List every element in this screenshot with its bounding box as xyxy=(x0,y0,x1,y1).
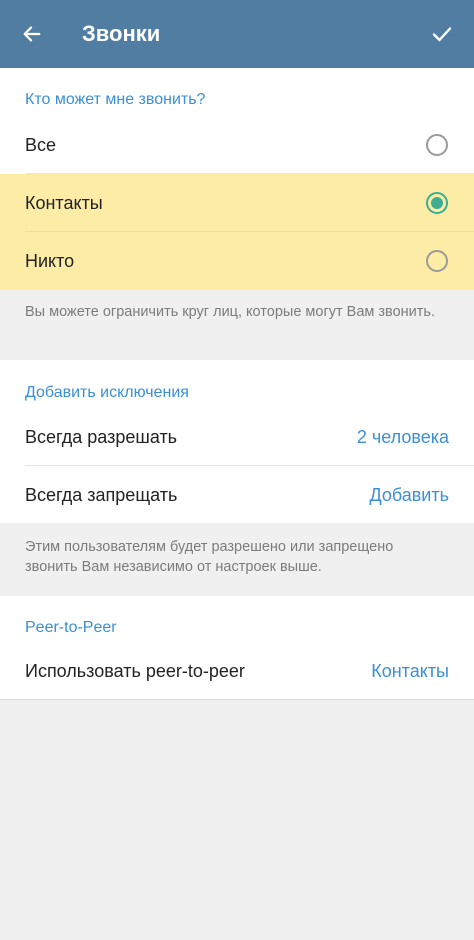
radio-button-selected[interactable] xyxy=(426,192,448,214)
option-label: Никто xyxy=(25,251,75,271)
section-header: Добавить исключения xyxy=(25,384,189,401)
section-shadow xyxy=(0,699,474,701)
done-button[interactable] xyxy=(424,16,460,52)
radio-button[interactable] xyxy=(426,250,448,272)
row-label: Всегда разрешать xyxy=(25,427,178,447)
p2p-row[interactable]: Использовать peer-to-peer Контакты xyxy=(0,642,474,700)
option-nobody[interactable]: Никто xyxy=(0,232,474,290)
back-button[interactable] xyxy=(14,16,50,52)
section-header: Peer-to-Peer xyxy=(25,619,117,636)
option-label: Все xyxy=(25,135,57,155)
who-can-call-section: Кто может мне звонить? Все Контакты Никт… xyxy=(0,68,474,290)
row-label: Всегда запрещать xyxy=(25,485,178,505)
exceptions-section: Добавить исключения Всегда разрешать 2 ч… xyxy=(0,360,474,523)
check-icon xyxy=(432,27,452,42)
always-allow-row[interactable]: Всегда разрешать 2 человека xyxy=(0,408,474,466)
page-title: Звонки xyxy=(82,21,161,46)
who-can-call-hint: Вы можете ограничить круг лиц, которые м… xyxy=(25,304,435,320)
radio-button[interactable] xyxy=(426,134,448,156)
row-value[interactable]: Добавить xyxy=(369,466,449,524)
app-bar: Звонки xyxy=(0,0,474,68)
section-header: Кто может мне звонить? xyxy=(25,91,206,108)
row-value[interactable]: 2 человека xyxy=(357,408,449,466)
row-label: Использовать peer-to-peer xyxy=(25,661,245,681)
never-allow-row[interactable]: Всегда запрещать Добавить xyxy=(0,466,474,524)
exceptions-hint: Этим пользователям будет разрешено или з… xyxy=(25,539,394,575)
arrow-left-icon xyxy=(23,26,41,42)
option-contacts[interactable]: Контакты xyxy=(0,174,474,232)
option-label: Контакты xyxy=(25,193,103,213)
option-everyone[interactable]: Все xyxy=(0,116,474,174)
row-value[interactable]: Контакты xyxy=(371,642,449,700)
p2p-section: Peer-to-Peer Использовать peer-to-peer К… xyxy=(0,596,474,699)
